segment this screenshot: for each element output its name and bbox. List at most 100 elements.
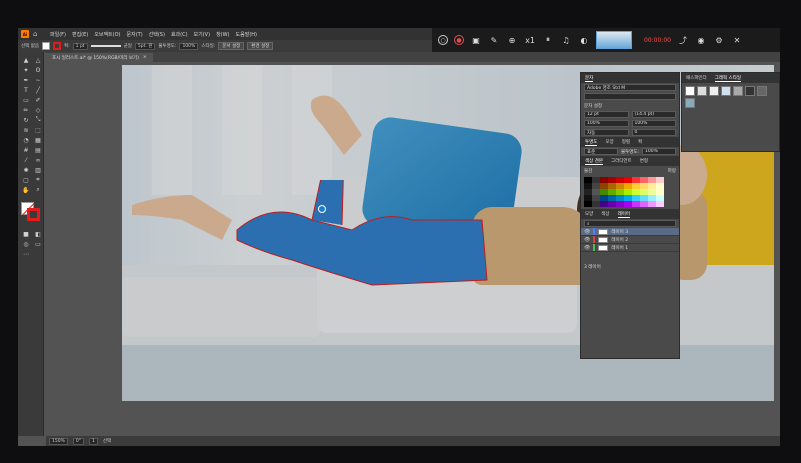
preferences-button[interactable]: 환경 설정 [247, 42, 274, 50]
pause-icon[interactable]: ⏸ [542, 34, 554, 46]
warp-tool-icon[interactable]: ≋ [21, 126, 31, 134]
graphic-style-swatch[interactable] [721, 86, 731, 96]
menu-type[interactable]: 문자(T) [127, 31, 143, 38]
zoom-field[interactable]: 150% [49, 437, 68, 445]
layer-row[interactable]: 👁 레이어 1 [581, 244, 679, 252]
color-swatch[interactable] [584, 201, 592, 207]
brush-field[interactable]: 5pt. 원 [134, 42, 156, 50]
font-family-select[interactable]: Adobe 명조 Std M [584, 84, 676, 91]
layer-name[interactable]: 레이어 3 [611, 229, 628, 235]
lasso-icon[interactable]: ʘ [33, 66, 43, 74]
layer-name[interactable]: 레이어 2 [611, 237, 628, 243]
stop-icon[interactable]: ● [454, 35, 464, 45]
menu-file[interactable]: 파일(F) [50, 31, 66, 38]
record-circle-icon[interactable]: ○ [438, 35, 448, 45]
pencil-icon[interactable]: ✏ [21, 106, 31, 114]
speaker-icon[interactable]: ◐ [578, 34, 590, 46]
tab-transparency[interactable]: 투명도 [585, 139, 598, 146]
tab-layers[interactable]: 레이어 [617, 211, 630, 218]
mesh-tool-icon[interactable]: # [21, 146, 31, 154]
slice-tool-icon[interactable]: ⌗ [33, 176, 43, 184]
gradient-tool-icon[interactable]: ▤ [33, 146, 43, 154]
hand-tool-icon[interactable]: ✋ [21, 186, 31, 194]
scale-tool-icon[interactable]: ⤡ [33, 116, 43, 124]
blend-tool-icon[interactable]: ∞ [33, 156, 43, 164]
font-style-select[interactable] [584, 93, 676, 100]
eye-icon[interactable]: 👁 [584, 237, 590, 243]
menu-help[interactable]: 도움말(H) [236, 31, 257, 38]
type-tool-icon[interactable]: T [21, 86, 31, 94]
graphic-style-swatch[interactable] [697, 86, 707, 96]
graphic-style-swatch[interactable] [685, 98, 695, 108]
graphic-style-swatch[interactable] [709, 86, 719, 96]
tab-graphic-styles[interactable]: 그래픽 스타일 [714, 75, 741, 82]
blend-mode-select[interactable]: 표준 [584, 148, 618, 155]
selection-tool-icon[interactable]: ▲ [21, 56, 31, 64]
color-swatch[interactable] [616, 201, 624, 207]
color-swatch[interactable] [656, 201, 664, 207]
document-tab[interactable]: 포시 일러스트.ai* @ 150%(RGB/미리 보기) × [46, 53, 153, 62]
font-size-field[interactable]: 12 pt [584, 111, 629, 118]
graph-tool-icon[interactable]: ▥ [33, 166, 43, 174]
perspective-grid-icon[interactable]: ▦ [33, 136, 43, 144]
rotate-tool-icon[interactable]: ↻ [21, 116, 31, 124]
magic-wand-icon[interactable]: ✦ [21, 66, 31, 74]
tab-pathfinder[interactable]: 패스파인더 [686, 75, 707, 81]
color-swatch[interactable] [648, 201, 656, 207]
menu-edit[interactable]: 편집(E) [72, 31, 88, 38]
transparency-opacity-field[interactable]: 100% [642, 148, 677, 155]
share-icon[interactable]: ⤴ [677, 34, 689, 46]
rectangle-tool-icon[interactable]: ▭ [21, 96, 31, 104]
color-mode-icon[interactable]: ■ [21, 230, 31, 238]
stroke-weight-field[interactable]: 1 pt [72, 42, 88, 50]
pen-icon[interactable]: ✎ [488, 34, 500, 46]
horizontal-scale-field[interactable]: 100% [631, 120, 676, 127]
eye-icon[interactable]: 👁 [584, 245, 590, 251]
tab-transform[interactable]: 변형 [640, 158, 648, 164]
eraser-icon[interactable]: ◇ [33, 106, 43, 114]
graphic-style-swatch[interactable] [745, 86, 755, 96]
tab-align[interactable]: 정렬 [622, 139, 630, 145]
color-swatch[interactable] [624, 201, 632, 207]
color-swatch[interactable] [592, 201, 600, 207]
stroke-profile-preview[interactable] [90, 45, 121, 47]
leading-field[interactable]: (14.4 pt) [631, 111, 676, 118]
tab-swatches[interactable]: 색상 견본 [585, 158, 603, 165]
eye-icon[interactable]: 👁 [584, 229, 590, 235]
recording-thumbnail[interactable] [596, 31, 632, 49]
fill-swatch[interactable] [42, 42, 50, 50]
close-icon[interactable]: ✕ [731, 34, 743, 46]
fill-stroke-control[interactable] [21, 202, 41, 222]
eyedropper-icon[interactable]: ⁄ [21, 156, 31, 164]
tracking-field[interactable]: 0 [631, 129, 676, 136]
color-swatch[interactable] [632, 201, 640, 207]
home-icon[interactable]: ⌂ [33, 30, 43, 38]
graphic-style-swatch[interactable] [733, 86, 743, 96]
tab-appearance-2[interactable]: 모양 [585, 211, 593, 217]
document-setup-button[interactable]: 문서 설정 [218, 42, 245, 50]
zoom-tool-icon[interactable]: ⌕ [33, 186, 43, 194]
paintbrush-icon[interactable]: ✐ [33, 96, 43, 104]
line-tool-icon[interactable]: ╱ [33, 86, 43, 94]
vertical-scale-field[interactable]: 100% [584, 120, 629, 127]
kerning-field[interactable]: 자동 [584, 129, 629, 136]
gradient-mode-icon[interactable]: ◧ [33, 230, 43, 238]
camera-icon[interactable]: ◉ [695, 34, 707, 46]
free-transform-icon[interactable]: ⬚ [33, 126, 43, 134]
pen-tool-icon[interactable]: ✒ [21, 76, 31, 84]
symbol-sprayer-icon[interactable]: ✺ [21, 166, 31, 174]
direct-selection-tool-icon[interactable]: △ [33, 56, 43, 64]
rotation-field[interactable]: 0° [72, 437, 84, 445]
menu-view[interactable]: 보기(V) [194, 31, 211, 38]
layer-row[interactable]: 👁 레이어 2 [581, 236, 679, 244]
color-swatch[interactable] [600, 201, 608, 207]
artboard-number-field[interactable]: 1 [89, 437, 98, 445]
opacity-field[interactable]: 100% [179, 42, 199, 50]
close-tab-icon[interactable]: × [143, 55, 147, 60]
graphic-style-swatch[interactable] [685, 86, 695, 96]
layer-name[interactable]: 레이어 1 [611, 245, 628, 251]
settings-icon[interactable]: ⚙ [713, 34, 725, 46]
tab-character[interactable]: 문자 [585, 75, 594, 82]
color-swatch[interactable] [608, 201, 616, 207]
tab-gradient[interactable]: 그라디언트 [611, 158, 632, 164]
